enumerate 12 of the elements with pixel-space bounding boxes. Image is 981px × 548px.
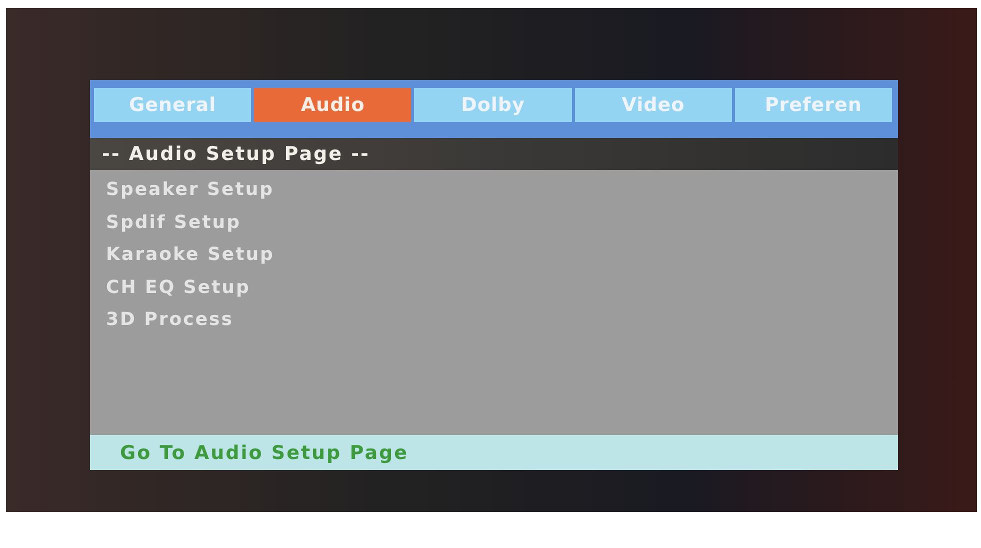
status-text: Go To Audio Setup Page bbox=[120, 442, 408, 464]
tab[interactable]: Audio bbox=[254, 88, 412, 122]
menu-item[interactable]: Spdif Setup bbox=[106, 206, 241, 239]
tab[interactable]: General bbox=[94, 88, 252, 122]
menu-item[interactable]: 3D Process bbox=[106, 304, 234, 336]
menu-item[interactable]: Speaker Setup bbox=[106, 174, 274, 206]
tab[interactable]: Preferen bbox=[734, 88, 892, 122]
tab[interactable]: Video bbox=[574, 88, 732, 122]
menu-item[interactable]: Karaoke Setup bbox=[106, 239, 274, 272]
page-title: -- Audio Setup Page -- bbox=[90, 138, 898, 170]
menu-item[interactable]: CH EQ Setup bbox=[106, 272, 250, 304]
tab[interactable]: Dolby bbox=[414, 88, 572, 122]
